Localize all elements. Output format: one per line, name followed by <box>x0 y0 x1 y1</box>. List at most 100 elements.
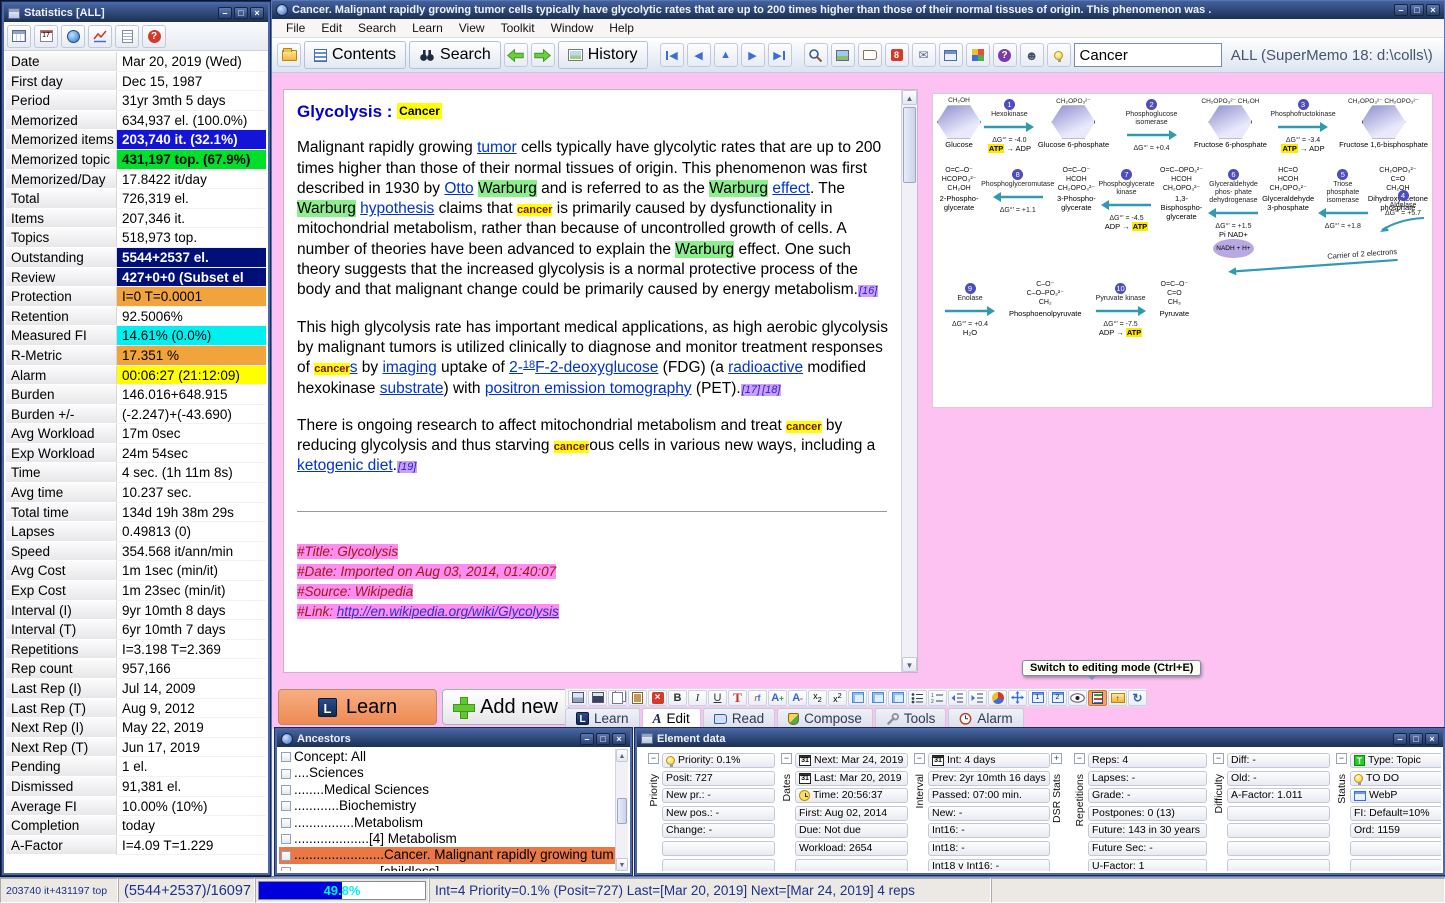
checkbox-icon[interactable] <box>281 801 291 811</box>
ancestor-item-selected[interactable]: ........................Cancer. Malignan… <box>279 847 615 863</box>
ancestors-scrollbar[interactable]: ▲ ▼ <box>615 749 628 871</box>
eye-button[interactable] <box>1068 690 1087 706</box>
imgsearch-button[interactable] <box>831 43 855 67</box>
checkbox-icon[interactable] <box>281 834 291 844</box>
tab-edit[interactable]: AEdit <box>642 708 701 728</box>
fontcolor-button[interactable]: T <box>728 690 747 706</box>
hl-del-button[interactable]: A- <box>788 690 807 706</box>
article-link[interactable]: radioactive <box>728 359 803 376</box>
scroll-thumb[interactable] <box>903 107 916 183</box>
article-link[interactable]: hypothesis <box>360 200 434 217</box>
help-button[interactable]: ? <box>993 43 1017 67</box>
search-button[interactable]: Search <box>409 41 501 69</box>
ancestor-item[interactable]: [childless] <box>279 864 615 871</box>
article-link[interactable]: Otto <box>444 180 473 197</box>
article-link[interactable]: ketogenic diet <box>297 457 393 474</box>
indent-button[interactable] <box>968 690 987 706</box>
article-link[interactable]: 2- <box>509 359 523 376</box>
minimize-button[interactable]: – <box>580 733 594 745</box>
menu-item-edit[interactable]: Edit <box>313 21 350 35</box>
minimize-button[interactable]: – <box>1393 733 1407 745</box>
wincolors-button[interactable] <box>966 43 990 67</box>
collapse-button[interactable]: − <box>914 753 925 764</box>
ancestor-item[interactable]: ............Biochemistry <box>279 798 615 814</box>
maximize-button[interactable]: □ <box>1410 4 1424 16</box>
splitv-button[interactable] <box>588 690 607 706</box>
menu-item-toolkit[interactable]: Toolkit <box>493 21 543 35</box>
notes-button[interactable] <box>115 25 139 48</box>
article-link[interactable]: effect <box>772 180 810 197</box>
element-data-titlebar[interactable]: Element data –□× <box>637 730 1443 747</box>
delete-button[interactable]: × <box>648 690 667 706</box>
checkbox-icon[interactable] <box>281 752 291 762</box>
magnifier-button[interactable] <box>804 43 828 67</box>
article-link[interactable]: http://en.wikipedia.org/wiki/Glycolysis <box>337 604 559 619</box>
paste-button[interactable] <box>628 690 647 706</box>
fontsize-button[interactable]: rf <box>748 690 767 706</box>
person-button[interactable]: ☻ <box>1020 43 1044 67</box>
subscript-button[interactable]: x2 <box>808 690 827 706</box>
checkbox-icon[interactable] <box>281 851 291 861</box>
editmode-button[interactable] <box>1088 690 1107 706</box>
article-link[interactable]: tumor <box>477 139 517 156</box>
ancestor-item[interactable]: ....................[4] Metabolism <box>279 831 615 847</box>
book-button[interactable] <box>858 43 882 67</box>
checkbox-icon[interactable] <box>281 785 291 795</box>
search-input[interactable] <box>1074 43 1222 67</box>
collapse-button[interactable]: − <box>781 753 792 764</box>
bullets-button[interactable] <box>908 690 927 706</box>
maximize-button[interactable]: □ <box>596 733 610 745</box>
tab-tools[interactable]: Tools <box>875 708 947 728</box>
statistics-titlebar[interactable]: Statistics [ALL] –□× <box>4 4 268 22</box>
folder-open-button[interactable] <box>277 43 301 67</box>
menu-item-help[interactable]: Help <box>601 21 642 35</box>
google-button[interactable]: 8 <box>885 43 909 67</box>
menu-item-file[interactable]: File <box>278 21 313 35</box>
checkbox-icon[interactable] <box>281 867 291 871</box>
article-link[interactable]: substrate <box>380 380 444 397</box>
menu-item-learn[interactable]: Learn <box>404 21 451 35</box>
minimize-button[interactable]: – <box>218 7 232 19</box>
article-link[interactable]: F-2-deoxyglucose <box>535 359 658 376</box>
collapse-button[interactable]: − <box>1213 753 1224 764</box>
hl-add-button[interactable]: A+ <box>768 690 787 706</box>
nav-first-button[interactable]: ◀ <box>660 43 684 67</box>
article-link[interactable]: imaging <box>382 359 436 376</box>
close-button[interactable]: × <box>1425 733 1439 745</box>
maximize-button[interactable]: □ <box>1409 733 1423 745</box>
panel3-button[interactable] <box>888 690 907 706</box>
scroll-down-button[interactable]: ▼ <box>902 657 917 672</box>
ancestors-scroll-down-button[interactable]: ▼ <box>616 858 628 871</box>
learn-button[interactable]: L Learn <box>278 689 437 725</box>
import-button[interactable]: ↑ <box>1108 690 1127 706</box>
tab-alarm[interactable]: Alarm <box>948 708 1023 728</box>
outdent-button[interactable] <box>948 690 967 706</box>
expand-button[interactable]: + <box>1051 753 1062 764</box>
pie-button[interactable] <box>988 690 1007 706</box>
close-button[interactable]: × <box>250 7 264 19</box>
article-link[interactable]: 18 <box>523 359 535 371</box>
close-button[interactable]: × <box>1426 4 1440 16</box>
bulb-button[interactable] <box>1047 43 1071 67</box>
tab-compose[interactable]: Compose <box>777 708 873 728</box>
menu-item-window[interactable]: Window <box>543 21 602 35</box>
nav-next-button[interactable]: ▶ <box>741 43 765 67</box>
numbering-button[interactable]: 12 <box>928 690 947 706</box>
table-button[interactable] <box>7 25 31 48</box>
collapse-button[interactable]: − <box>648 753 659 764</box>
globe-button[interactable] <box>61 25 85 48</box>
add-new-button[interactable]: Add new <box>442 689 569 725</box>
copy-button[interactable] <box>608 690 627 706</box>
ancestors-scroll-up-button[interactable]: ▲ <box>616 749 628 762</box>
nav-prev-button[interactable]: ◀ <box>687 43 711 67</box>
tab-learn[interactable]: LLearn <box>565 708 640 728</box>
ancestor-item[interactable]: Concept: All <box>279 749 615 765</box>
win1-button[interactable]: 1 <box>1028 690 1047 706</box>
splith-button[interactable] <box>568 690 587 706</box>
menu-item-view[interactable]: View <box>451 21 493 35</box>
move-button[interactable] <box>1008 690 1027 706</box>
ancestors-scroll-thumb[interactable] <box>617 798 627 824</box>
minimize-button[interactable]: – <box>1394 4 1408 16</box>
scroll-track[interactable] <box>902 105 917 657</box>
main-titlebar[interactable]: Cancer. Malignant rapidly growing tumor … <box>272 1 1444 19</box>
